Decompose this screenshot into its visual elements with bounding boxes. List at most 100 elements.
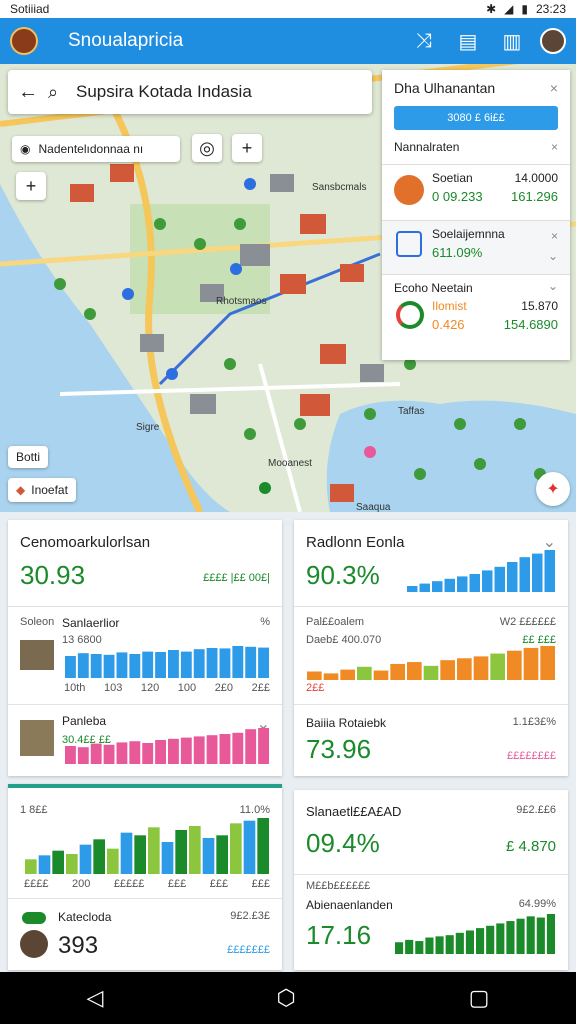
chart-bar xyxy=(65,656,76,678)
panel-item-2[interactable]: Soelaijemnna 611.09% × ⌄ xyxy=(382,220,570,274)
chart-bar xyxy=(52,850,64,874)
chart-bar xyxy=(257,818,269,874)
card-1-title: Cenomoarkulorlsan xyxy=(20,534,151,551)
chart-bar xyxy=(419,583,430,592)
item-1-name: Soetian xyxy=(432,171,473,185)
chart-bar xyxy=(193,736,205,764)
chart-bar xyxy=(142,651,154,678)
card-2-kpi-title: Baiiia Rotaiebk xyxy=(306,716,387,730)
chart-bar xyxy=(526,916,535,954)
app-title: Snoualapricia xyxy=(68,30,184,51)
chart-bar xyxy=(473,656,489,680)
card-1-sub-value: 13 6800 xyxy=(62,634,102,646)
card-3-value: 393 xyxy=(58,932,99,959)
briefcase-icon[interactable]: ▥ xyxy=(498,27,526,55)
back-icon[interactable]: ◁ xyxy=(87,985,104,1011)
close-icon[interactable]: × xyxy=(550,80,558,96)
chart-bar xyxy=(373,670,389,680)
bottom-chip-2[interactable]: ◆ Inoefat xyxy=(8,478,76,502)
status-bar: Sotiiiad ✱ ◢ ▮ 23:23 xyxy=(0,0,576,18)
chart-bar xyxy=(65,746,76,764)
chart-bar xyxy=(540,646,555,680)
x-label: £££ xyxy=(209,878,229,890)
chart-bar xyxy=(103,654,115,678)
item-1-icon xyxy=(394,175,424,205)
location-button[interactable]: ◎ xyxy=(192,134,222,162)
x-label: £££ xyxy=(251,878,270,890)
card-4-sub: £ 4.870 xyxy=(505,838,556,855)
add-button[interactable]: + xyxy=(232,134,262,162)
chart-bar xyxy=(536,917,545,954)
card-4-value-2: 17.16 xyxy=(306,920,372,950)
chevron-down-icon[interactable]: ⌄ xyxy=(548,279,558,293)
card-stats-2[interactable]: Radlonn Eonla ⌄ 90.3% Pal££oalem W2 ££££… xyxy=(294,520,568,776)
chart-bar xyxy=(496,923,505,954)
calendar-icon xyxy=(396,231,422,257)
avatar[interactable] xyxy=(540,28,566,54)
chart-bar xyxy=(129,741,141,764)
chart-bar xyxy=(435,936,444,954)
chevron-down-icon[interactable]: ⌄ xyxy=(543,532,556,552)
chart-bar xyxy=(25,859,37,874)
status-time: 23:23 xyxy=(535,2,566,16)
card-stats-4[interactable]: Slanaetl££A£AD 9£2.££6 09.4% £ 4.870 M££… xyxy=(294,790,568,970)
bottom-chip-1[interactable]: Botti xyxy=(8,446,49,468)
section-3-title: Ecoho Neetain xyxy=(394,281,473,295)
chevron-down-icon[interactable]: ⌄ xyxy=(548,249,558,263)
chart-bar xyxy=(243,820,256,874)
home-icon[interactable]: ⬡ xyxy=(276,985,295,1011)
chart-bar xyxy=(142,743,154,764)
chart-bar xyxy=(258,647,269,678)
x-label: 10th xyxy=(64,682,86,694)
compass-button[interactable]: ✦ xyxy=(536,472,570,506)
chart-bar xyxy=(245,729,257,764)
layer-chip[interactable]: ◉ Nadentelıdonnaa nı xyxy=(12,136,180,162)
panel-search-bar[interactable]: 3080 £ 6i££ xyxy=(394,106,558,130)
x-label: 100 xyxy=(177,682,197,694)
item-1-a: 0 09.233 xyxy=(432,189,483,204)
zoom-in-button[interactable]: + xyxy=(16,172,46,200)
chart-bar xyxy=(193,649,205,678)
x-label: 200 xyxy=(71,878,91,890)
chart-bar xyxy=(77,653,89,678)
x-label: ££££ xyxy=(24,878,49,890)
chart-bar xyxy=(507,650,522,680)
toggle-icon[interactable] xyxy=(22,912,46,924)
signal-icon: ◢ xyxy=(504,2,514,16)
card-2-kpi-value: 73.96 xyxy=(306,734,372,764)
chart-bar xyxy=(219,648,231,678)
chart-bar xyxy=(116,742,128,764)
search-bar[interactable]: ← ⌕ Supsira Kotada Indasia xyxy=(8,70,372,114)
clipboard-icon[interactable]: ▤ xyxy=(454,27,482,55)
panel-section-3[interactable]: Ecoho Neetain ⌄ Ilomist 15.870 0.426 154… xyxy=(382,274,570,344)
panel-item-1[interactable]: Soetian 14.0000 0 09.233 161.296 xyxy=(382,164,570,220)
card-4-right: 9£2.££6 xyxy=(516,804,556,816)
panel-header: Dha Ulhanantan × xyxy=(382,70,570,106)
chart-bar xyxy=(134,835,146,874)
chart-bar xyxy=(390,663,405,680)
panel-subtitle: Nannalraten xyxy=(394,140,460,154)
chart-bar xyxy=(405,939,414,954)
search-icon[interactable]: ⌕ xyxy=(48,82,76,103)
chart-bar xyxy=(544,550,555,592)
card-1-sub-name: Sanlaerlior xyxy=(62,616,120,630)
back-arrow-icon[interactable]: ← xyxy=(18,81,48,104)
close-icon[interactable]: × xyxy=(551,140,558,154)
card-2-row-1-right: W2 ££££££ xyxy=(499,616,556,628)
card-stats-3[interactable]: 1 8££ 11.0% ££££ 200 £££££ £££ £££ £££ K… xyxy=(8,784,282,970)
recents-icon[interactable]: ▢ xyxy=(469,985,490,1011)
search-input[interactable]: Supsira Kotada Indasia xyxy=(76,82,252,102)
item-2-name: Soelaijemnna xyxy=(432,227,505,241)
chart-bar xyxy=(445,935,454,954)
chart-bar xyxy=(395,942,404,954)
x-label: £££££ xyxy=(113,878,145,890)
chart-bar xyxy=(155,652,166,678)
chart-bar xyxy=(258,728,269,764)
chart-bar xyxy=(116,652,128,678)
share-icon[interactable]: ⤨ xyxy=(410,27,438,55)
target-icon: ◎ xyxy=(199,137,215,158)
close-icon[interactable]: × xyxy=(551,229,558,243)
chart-bar xyxy=(77,747,89,764)
map-label-4: Mooanest xyxy=(268,458,312,469)
card-stats-1[interactable]: Cenomoarkulorlsan 30.93 ££££ |££ 00£| So… xyxy=(8,520,282,776)
